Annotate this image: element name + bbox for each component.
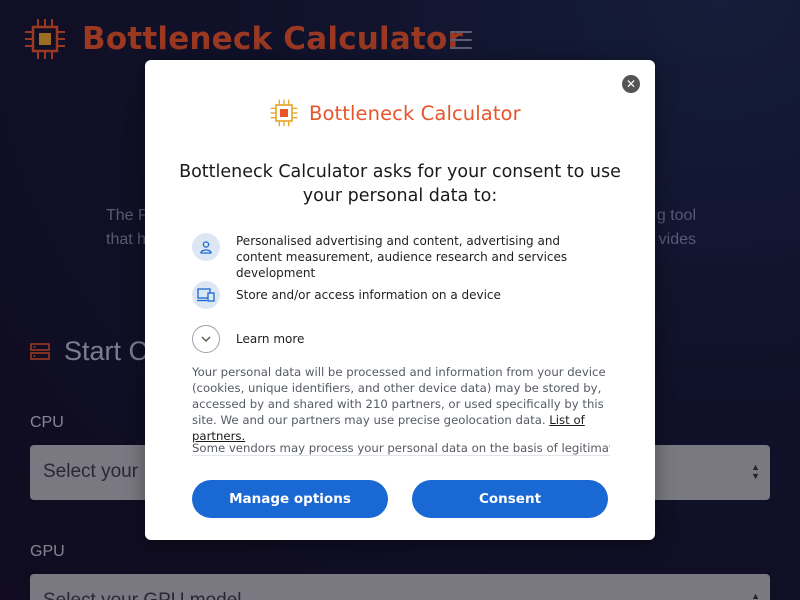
dialog-brand-text: Bottleneck Calculator [309, 101, 521, 125]
consent-body: Your personal data will be processed and… [192, 365, 606, 427]
purpose-item: Store and/or access information on a dev… [192, 281, 608, 309]
purpose-text: Personalised advertising and content, ad… [236, 234, 568, 280]
vendor-text: Some vendors may process your personal d… [192, 441, 610, 455]
dialog-heading: Bottleneck Calculator asks for your cons… [179, 162, 621, 206]
consent-dialog: ✕ Bottleneck Calculator Bottleneck Calcu… [145, 60, 655, 540]
cpu-logo-icon [270, 99, 298, 127]
consent-button[interactable]: Consent [412, 480, 608, 518]
device-icon [192, 281, 220, 309]
learn-more-label[interactable]: Learn more [236, 331, 608, 347]
close-icon[interactable]: ✕ [622, 75, 640, 93]
manage-options-button[interactable]: Manage options [192, 480, 388, 518]
divider [192, 455, 610, 456]
person-icon [192, 233, 220, 261]
purpose-text: Store and/or access information on a dev… [236, 288, 501, 302]
purpose-item: Personalised advertising and content, ad… [192, 233, 608, 281]
chevron-down-icon[interactable] [192, 325, 220, 353]
consent-body-text: Your personal data will be processed and… [192, 364, 610, 444]
learn-more-toggle[interactable]: Learn more [192, 325, 608, 353]
dialog-brand: Bottleneck Calculator [270, 99, 521, 127]
